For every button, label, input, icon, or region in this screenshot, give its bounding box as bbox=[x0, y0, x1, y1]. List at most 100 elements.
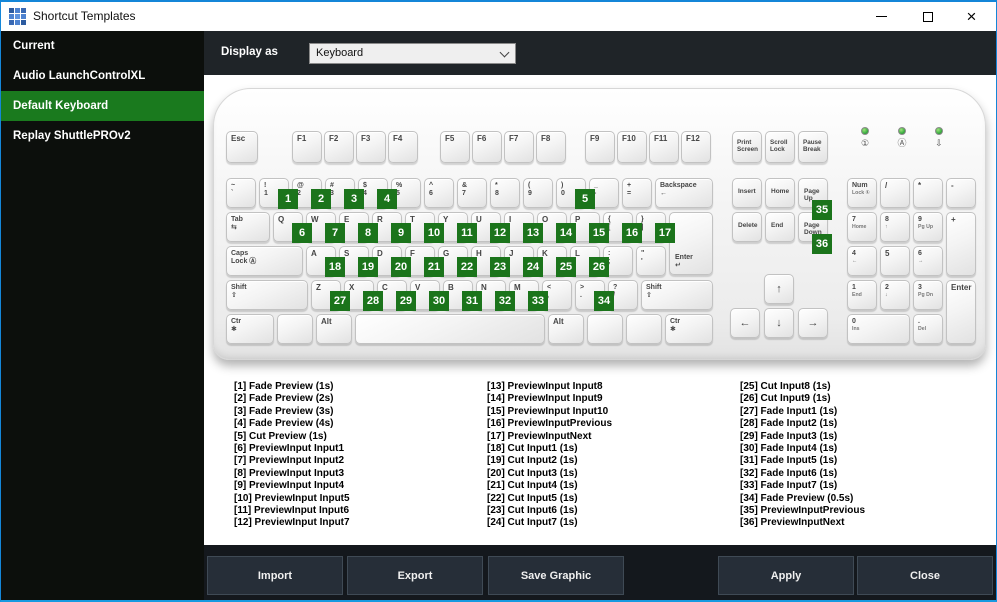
key-numpad-3[interactable]: 3 Pg Dn bbox=[913, 280, 943, 310]
key-sublabel: Lock bbox=[770, 146, 785, 153]
key-f6[interactable]: F6 bbox=[472, 131, 502, 163]
key-1[interactable]: ! 1 1 bbox=[259, 178, 298, 209]
key-caps-lock[interactable]: Caps Lock Ⓐ bbox=[226, 246, 303, 276]
key-numpad-6[interactable]: 6 → bbox=[913, 246, 943, 276]
key-label: F9 bbox=[590, 134, 600, 143]
shortcut-badge-33: 33 bbox=[528, 291, 548, 311]
led-dot bbox=[898, 127, 906, 135]
apply-button[interactable]: Apply bbox=[718, 556, 854, 595]
key-f8[interactable]: F8 bbox=[536, 131, 566, 163]
key-numpad-9[interactable]: 9 Pg Up bbox=[913, 212, 943, 242]
key-ctrl-left[interactable]: Ctr ✱ bbox=[226, 314, 274, 344]
key-f7[interactable]: F7 bbox=[504, 131, 534, 163]
key-sublabel: Break bbox=[803, 146, 821, 153]
shortcut-badge-10: 10 bbox=[424, 223, 444, 243]
sidebar-item-audio-launchcontrolxl[interactable]: Audio LaunchControlXL bbox=[1, 61, 204, 91]
key-arrow-right[interactable]: → bbox=[798, 308, 828, 338]
key-f10[interactable]: F10 bbox=[617, 131, 647, 163]
export-button[interactable]: Export bbox=[347, 556, 483, 595]
display-as-value: Keyboard bbox=[316, 47, 364, 59]
key-period[interactable]: >. 34 bbox=[575, 280, 614, 311]
key-shift[interactable]: Shift ⇧ bbox=[226, 280, 308, 310]
key-numpad-5[interactable]: 5 bbox=[880, 246, 910, 276]
key-print-screen[interactable]: Print Screen bbox=[732, 131, 762, 163]
key-a[interactable]: A 18 bbox=[306, 246, 345, 277]
key-0[interactable]: ) 0 5 bbox=[556, 178, 595, 209]
key-numpad-slash[interactable]: / bbox=[880, 178, 910, 208]
close-button[interactable]: Close bbox=[857, 556, 993, 595]
key-scroll-lock[interactable]: Scroll Lock bbox=[765, 131, 795, 163]
key-insert[interactable]: Insert bbox=[732, 178, 762, 208]
key-alt-right[interactable]: Alt bbox=[548, 314, 584, 344]
key-numpad-asterisk[interactable]: * bbox=[913, 178, 943, 208]
key-numpad-1[interactable]: 1 End bbox=[847, 280, 877, 310]
maximize-icon bbox=[922, 11, 933, 22]
key-alt-left[interactable]: Alt bbox=[316, 314, 352, 344]
key-6[interactable]: ^ 6 bbox=[424, 178, 454, 208]
key-backspace[interactable]: Backspace ← bbox=[655, 178, 713, 208]
key-delete[interactable]: Delete bbox=[732, 212, 762, 242]
window-close-button[interactable]: × bbox=[949, 2, 994, 31]
key-7[interactable]: & 7 bbox=[457, 178, 487, 208]
key-pause-break[interactable]: Pause Break bbox=[798, 131, 828, 163]
key-label: Page bbox=[804, 188, 820, 195]
key-numpad-enter[interactable]: Enter bbox=[946, 280, 976, 344]
key-9[interactable]: (9 bbox=[523, 178, 553, 208]
key-arrow-down[interactable]: ↓ bbox=[764, 308, 794, 338]
key-numpad-8[interactable]: 8 ↑ bbox=[880, 212, 910, 242]
key-numpad-0[interactable]: 0 Ins bbox=[847, 314, 910, 344]
key-blank-left[interactable] bbox=[277, 314, 313, 344]
key-f1[interactable]: F1 bbox=[292, 131, 322, 163]
sidebar-item-default-keyboard[interactable]: Default Keyboard bbox=[1, 91, 204, 121]
legend-item: [25] Cut Input8 (1s) bbox=[740, 381, 831, 392]
key-f4[interactable]: F4 bbox=[388, 131, 418, 163]
key-arrow-left[interactable]: ← bbox=[730, 308, 760, 338]
key-numpad-2[interactable]: 2 ↓ bbox=[880, 280, 910, 310]
maximize-button[interactable] bbox=[905, 2, 950, 31]
key-tab[interactable]: Tab ⇆ bbox=[226, 212, 270, 242]
key-page-up[interactable]: Page Up 35 bbox=[798, 178, 832, 220]
key-sublabel: / bbox=[613, 292, 637, 300]
key-f2[interactable]: F2 bbox=[324, 131, 354, 163]
key-shift-right[interactable]: Shift ⇧ bbox=[641, 280, 713, 310]
key-blank-right-2[interactable] bbox=[626, 314, 662, 344]
legend-item: [17] PreviewInputNext bbox=[487, 430, 592, 442]
key-esc[interactable]: Esc bbox=[226, 131, 258, 163]
key-home[interactable]: Home bbox=[765, 178, 795, 208]
key-backtick[interactable]: ~ ` bbox=[226, 178, 256, 208]
key-f11[interactable]: F11 bbox=[649, 131, 679, 163]
key-num-lock[interactable]: Num Lock ① bbox=[847, 178, 877, 208]
key-numpad-decimal[interactable]: . Del bbox=[913, 314, 943, 344]
key-sublabel: - bbox=[594, 189, 597, 197]
key-end[interactable]: End bbox=[765, 212, 795, 242]
key-label: Shift bbox=[646, 284, 662, 291]
key-quote[interactable]: " ' bbox=[636, 246, 666, 276]
key-space[interactable] bbox=[355, 314, 545, 344]
key-q[interactable]: Q6 bbox=[273, 212, 312, 243]
key-sublabel: ⇆ bbox=[231, 223, 237, 231]
key-numpad-4[interactable]: 4 ← bbox=[847, 246, 877, 276]
key-blank-right-1[interactable] bbox=[587, 314, 623, 344]
key-f12[interactable]: F12 bbox=[681, 131, 711, 163]
key-f3[interactable]: F3 bbox=[356, 131, 386, 163]
key-f5[interactable]: F5 bbox=[440, 131, 470, 163]
save-graphic-button[interactable]: Save Graphic bbox=[488, 556, 624, 595]
key-ctrl-right[interactable]: Ctr ✱ bbox=[665, 314, 713, 344]
minimize-button[interactable] bbox=[859, 2, 904, 31]
key-z[interactable]: Z 27 bbox=[311, 280, 350, 311]
import-button[interactable]: Import bbox=[207, 556, 343, 595]
key-numpad-minus[interactable]: - bbox=[946, 178, 976, 208]
key-enter[interactable]: Enter ↵ bbox=[669, 212, 713, 275]
key-numpad-7[interactable]: 7 Home bbox=[847, 212, 877, 242]
display-as-dropdown[interactable]: Keyboard bbox=[309, 43, 516, 64]
legend-item: [6] PreviewInput Input1 bbox=[234, 443, 345, 455]
key-arrow-up[interactable]: ↑ bbox=[764, 274, 794, 304]
key-numpad-plus[interactable]: + bbox=[946, 212, 976, 276]
key-f9[interactable]: F9 bbox=[585, 131, 615, 163]
key-equals[interactable]: + = bbox=[622, 178, 652, 208]
sidebar-item-replay-shuttleprov2[interactable]: Replay ShuttlePROv2 bbox=[1, 121, 204, 151]
key-sublabel: ← bbox=[852, 257, 858, 264]
key-8[interactable]: * 8 bbox=[490, 178, 520, 208]
key-label: F8 bbox=[541, 134, 551, 143]
sidebar-item-current[interactable]: Current bbox=[1, 31, 204, 61]
